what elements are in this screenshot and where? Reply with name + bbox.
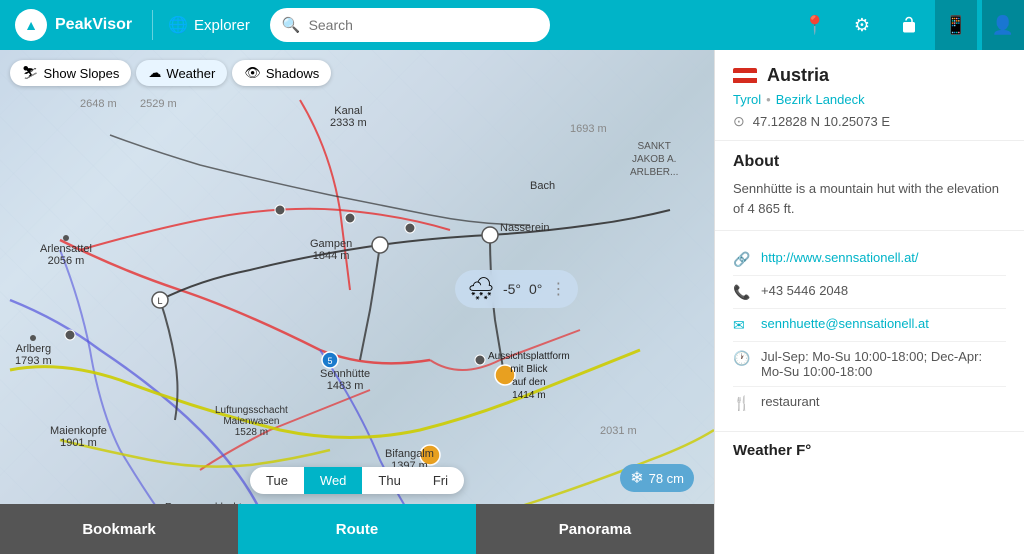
day-tab-thu[interactable]: Thu (362, 467, 416, 494)
restaurant-icon: 🍴 (733, 395, 751, 412)
country-row: Austria (733, 65, 1006, 86)
cloud-icon: ☁ (148, 65, 161, 81)
amenity-row: 🍴 restaurant (733, 387, 1006, 419)
website-row: 🔗 http://www.sennsationell.at/ (733, 243, 1006, 276)
weather-label: Weather (166, 66, 215, 81)
country-name: Austria (767, 65, 829, 86)
svg-text:5: 5 (327, 356, 332, 366)
panorama-button[interactable]: Panorama (476, 504, 714, 554)
more-icon[interactable]: ⋮ (550, 279, 566, 299)
header-divider (152, 10, 153, 40)
eye-icon: 👁 (244, 65, 261, 81)
explorer-label: Explorer (194, 17, 250, 34)
contact-section: 🔗 http://www.sennsationell.at/ 📞 +43 544… (715, 231, 1024, 431)
about-section: About Sennhütte is a mountain hut with t… (715, 141, 1024, 230)
compass-icon: ⊙ (733, 113, 745, 130)
globe-icon: 🌐 (168, 15, 188, 35)
show-slopes-label: Show Slopes (44, 66, 120, 81)
website-link[interactable]: http://www.sennsationell.at/ (761, 250, 919, 265)
shadows-button[interactable]: 👁 Shadows (232, 60, 331, 86)
panorama-label: Panorama (559, 521, 632, 538)
snow-badge: ❄ 78 cm (620, 464, 694, 492)
hours-text: Jul-Sep: Mo-Su 10:00-18:00; Dec-Apr: Mo-… (761, 349, 1006, 379)
search-input[interactable] (309, 17, 538, 33)
day-tab-tue[interactable]: Tue (250, 467, 304, 494)
slopes-icon: ⛷ (22, 65, 39, 81)
logo[interactable]: ▲ PeakVisor (0, 9, 147, 41)
phone-row: 📞 +43 5446 2048 (733, 276, 1006, 309)
bookmark-label: Bookmark (82, 521, 155, 538)
share-button[interactable] (888, 0, 930, 50)
flag-bottom (733, 78, 757, 83)
snow-cloud-icon: 🌨 (467, 276, 495, 302)
day-tab-fri[interactable]: Fri (417, 467, 464, 494)
country-flag (733, 68, 757, 84)
search-bar[interactable]: 🔍 (270, 8, 550, 42)
email-row: ✉ sennhuette@sennsationell.at (733, 309, 1006, 342)
logo-icon: ▲ (15, 9, 47, 41)
right-panel: Austria Tyrol • Bezirk Landeck ⊙ 47.1282… (714, 50, 1024, 554)
about-title: About (733, 153, 1006, 171)
subregion[interactable]: Bezirk Landeck (776, 92, 865, 107)
clock-icon: 🕐 (733, 350, 751, 367)
globe-link-icon: 🔗 (733, 251, 751, 268)
email-link[interactable]: sennhuette@sennsationell.at (761, 316, 929, 331)
phone-icon: 📞 (733, 284, 751, 301)
search-icon: 🔍 (282, 16, 301, 34)
weather-toggle-button[interactable]: ☁ Weather (136, 60, 227, 86)
region-row: Tyrol • Bezirk Landeck (733, 92, 1006, 107)
logo-text: PeakVisor (55, 16, 132, 34)
phone-number[interactable]: +43 5446 2048 (761, 283, 848, 298)
svg-text:L: L (157, 296, 162, 306)
max-temp: 0° (529, 281, 542, 297)
mobile-button[interactable]: 📱 (935, 0, 977, 50)
coordinates: 47.12828 N 10.25073 E (753, 114, 890, 129)
about-text: Sennhütte is a mountain hut with the ele… (733, 179, 1006, 218)
header-icon-group: 📍 ⚙ 📱 👤 (794, 0, 1024, 50)
location-button[interactable]: 📍 (794, 0, 836, 50)
header: ▲ PeakVisor 🌐 Explorer 🔍 📍 ⚙ 📱 👤 (0, 0, 1024, 50)
show-slopes-button[interactable]: ⛷ Show Slopes (10, 60, 131, 86)
route-button[interactable]: Route (238, 504, 476, 554)
day-tab-wed[interactable]: Wed (304, 467, 363, 494)
bookmark-button[interactable]: Bookmark (0, 504, 238, 554)
panel-header: Austria Tyrol • Bezirk Landeck ⊙ 47.1282… (715, 50, 1024, 140)
amenity-text: restaurant (761, 394, 820, 409)
snow-depth: 78 cm (649, 471, 684, 486)
map-area[interactable]: L 5 ⛷ Show Slopes ☁ Weather 👁 Shadows 🌨 (0, 50, 714, 554)
coords-row: ⊙ 47.12828 N 10.25073 E (733, 113, 1006, 130)
user-button[interactable]: 👤 (982, 0, 1024, 50)
settings-button[interactable]: ⚙ (841, 0, 883, 50)
explorer-nav[interactable]: 🌐 Explorer (158, 15, 260, 35)
min-temp: -5° (503, 281, 521, 297)
weather-section: Weather F° (715, 432, 1024, 464)
weather-day-tabs: Tue Wed Thu Fri (250, 467, 464, 494)
weather-title: Weather F° (733, 442, 1006, 459)
map-weather-widget: 🌨 -5° 0° ⋮ (455, 270, 578, 308)
snowflake-icon: ❄ (630, 468, 643, 488)
hours-row: 🕐 Jul-Sep: Mo-Su 10:00-18:00; Dec-Apr: M… (733, 342, 1006, 387)
action-bar: Bookmark Route Panorama (0, 504, 714, 554)
region[interactable]: Tyrol (733, 92, 761, 107)
shadows-label: Shadows (266, 66, 319, 81)
route-label: Route (336, 521, 379, 538)
map-controls: ⛷ Show Slopes ☁ Weather 👁 Shadows (10, 60, 331, 86)
email-icon: ✉ (733, 317, 751, 334)
